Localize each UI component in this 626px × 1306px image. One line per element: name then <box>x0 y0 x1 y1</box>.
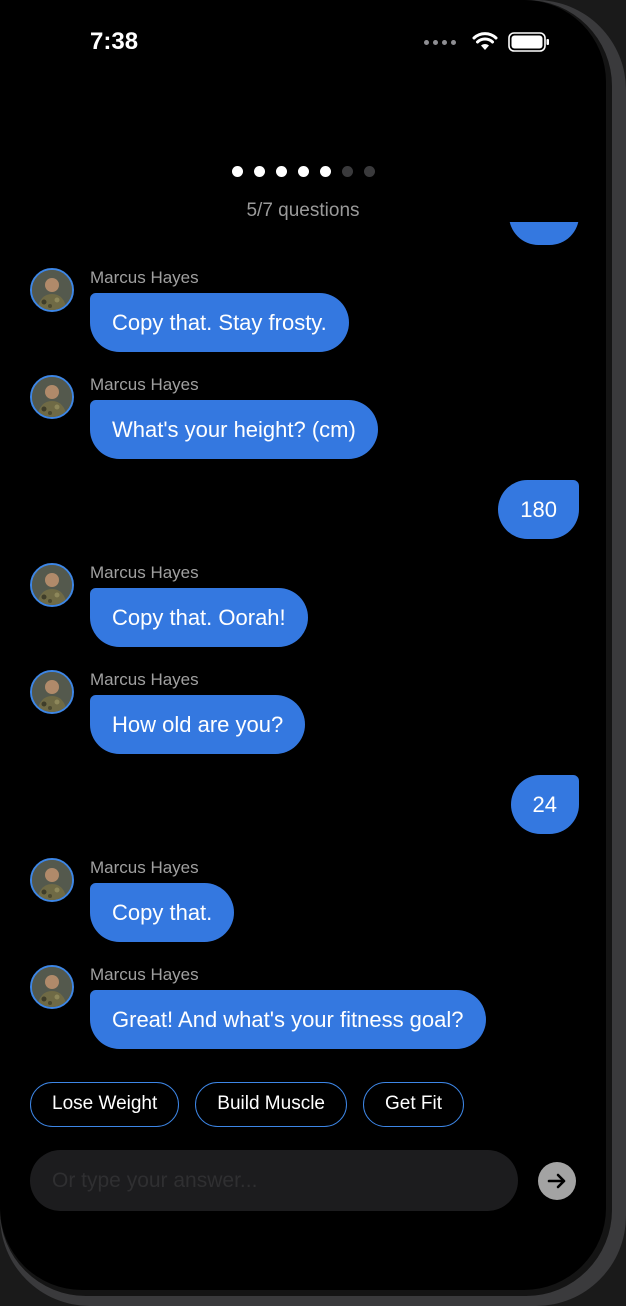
sender-name: Marcus Hayes <box>90 268 199 287</box>
user-message-bubble-partial <box>509 222 579 245</box>
sender-name: Marcus Hayes <box>90 375 199 394</box>
avatar-image <box>32 270 72 310</box>
sender-name: Marcus Hayes <box>90 858 199 877</box>
avatar[interactable] <box>30 965 74 1009</box>
wifi-icon <box>472 32 498 50</box>
avatar[interactable] <box>30 563 74 607</box>
avatar-image <box>32 672 72 712</box>
status-time: 7:38 <box>90 28 139 55</box>
progress-dot <box>341 166 353 177</box>
bot-message-bubble: Great! And what's your fitness goal? <box>90 990 486 1049</box>
avatar[interactable] <box>30 670 74 714</box>
sender-name: Marcus Hayes <box>90 563 199 582</box>
avatar-image <box>32 860 72 900</box>
avatar-image <box>32 967 72 1007</box>
avatar[interactable] <box>30 375 74 419</box>
answer-input-container <box>30 1150 518 1211</box>
device-bezel: 7:38 5/7 questions Marcus Hayes Copy tha… <box>0 0 612 1296</box>
quick-reply-lose-weight[interactable]: Lose Weight <box>30 1082 180 1127</box>
status-icons <box>424 32 550 52</box>
progress-indicator <box>0 166 606 177</box>
device-frame: 7:38 5/7 questions Marcus Hayes Copy tha… <box>0 0 626 1306</box>
avatar[interactable] <box>30 268 74 312</box>
send-button[interactable] <box>538 1162 576 1200</box>
quick-reply-build-muscle[interactable]: Build Muscle <box>195 1082 347 1127</box>
sender-name: Marcus Hayes <box>90 670 199 689</box>
bot-message-bubble: Copy that. <box>90 883 235 942</box>
bot-message-bubble: Copy that. Stay frosty. <box>90 293 349 352</box>
progress-label: 5/7 questions <box>246 200 360 221</box>
avatar[interactable] <box>30 858 74 902</box>
progress-dot <box>275 166 287 177</box>
answer-input[interactable] <box>30 1150 518 1211</box>
screen: 7:38 5/7 questions Marcus Hayes Copy tha… <box>0 0 606 1290</box>
progress-dot <box>319 166 331 177</box>
progress-dot <box>253 166 265 177</box>
chat-thread[interactable]: Marcus Hayes Copy that. Stay frosty. Mar… <box>0 222 606 1062</box>
quick-reply-get-fit[interactable]: Get Fit <box>363 1082 465 1127</box>
progress-dot <box>231 166 243 177</box>
cellular-signal-icon <box>424 39 456 45</box>
progress-dot <box>363 166 375 177</box>
battery-icon <box>508 32 549 52</box>
bot-message-bubble: What's your height? (cm) <box>90 400 378 459</box>
quick-replies: Lose Weight Build Muscle Get Fit <box>30 1082 465 1127</box>
arrow-right-icon <box>547 1173 566 1189</box>
progress-dot <box>297 166 309 177</box>
user-message-bubble: 24 <box>510 775 579 834</box>
avatar-image <box>32 377 72 417</box>
sender-name: Marcus Hayes <box>90 965 199 984</box>
user-message-bubble: 180 <box>498 480 579 539</box>
avatar-image <box>32 565 72 605</box>
bot-message-bubble: Copy that. Oorah! <box>90 588 308 647</box>
bot-message-bubble: How old are you? <box>90 695 306 754</box>
